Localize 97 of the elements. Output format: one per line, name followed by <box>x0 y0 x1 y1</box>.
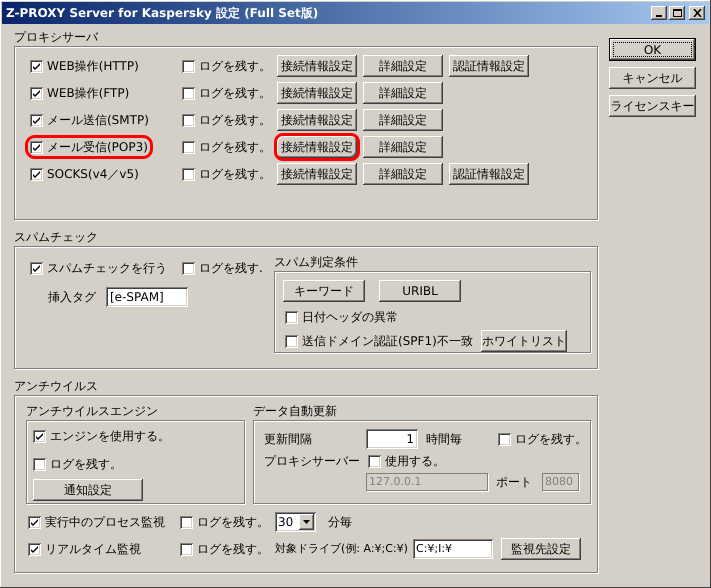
maximize-button[interactable] <box>669 6 685 20</box>
checkbox[interactable] <box>182 86 195 100</box>
checkbox-label: SOCKS(v4／v5) <box>47 166 139 183</box>
button[interactable]: 接続情報設定 <box>277 163 357 185</box>
button[interactable]: キーワード <box>283 280 365 302</box>
check-icon <box>33 62 40 70</box>
button[interactable]: 詳細設定 <box>363 55 443 77</box>
check-icon <box>33 144 40 150</box>
checkbox-label: リアルタイム監視 <box>45 541 141 558</box>
field-label: ポート <box>496 474 533 491</box>
unit-label: 時間毎 <box>426 431 463 448</box>
minimize-button[interactable] <box>651 6 667 20</box>
checkbox[interactable] <box>30 114 43 126</box>
checkbox-label: ログを残す。 <box>197 541 269 558</box>
button[interactable]: 詳細設定 <box>363 82 443 104</box>
button[interactable]: 接続情報設定 <box>277 82 357 104</box>
button[interactable]: 認証情報設定 <box>449 163 529 185</box>
checkbox[interactable] <box>33 458 46 470</box>
button[interactable]: 詳細設定 <box>363 163 443 185</box>
field-label: 対象ドライブ(例: A:¥;C:¥) <box>275 540 409 557</box>
checkbox-label: スパムチェックを行う <box>47 260 167 277</box>
ok-button[interactable]: OK <box>609 38 696 61</box>
check-icon <box>36 432 43 440</box>
dropdown[interactable]: 30 <box>275 512 316 532</box>
checkbox-label: ログを残す。 <box>197 514 269 531</box>
checkbox-label: WEB操作(FTP) <box>47 85 130 102</box>
group-title: スパム判定条件 <box>274 255 359 269</box>
field-label: 更新間隔 <box>264 431 313 448</box>
checkbox-label: ログを残す。 <box>199 166 271 183</box>
checkbox-label: 日付ヘッダの異常 <box>302 309 398 326</box>
checkbox-label: ログを残す. <box>199 260 263 277</box>
check-icon <box>31 518 38 526</box>
checkbox[interactable] <box>182 168 195 180</box>
checkbox[interactable] <box>182 140 195 154</box>
group-title: プロキシサーバ <box>14 30 100 44</box>
input-field[interactable]: 1 <box>366 429 418 449</box>
button[interactable]: 詳細設定 <box>363 109 443 131</box>
checkbox-label: メール受信(POP3) <box>47 139 148 156</box>
group-title: データ自動更新 <box>253 404 338 418</box>
checkbox[interactable] <box>30 60 43 72</box>
checkbox[interactable] <box>285 310 298 324</box>
checkbox[interactable] <box>285 334 298 348</box>
checkbox[interactable] <box>182 60 195 72</box>
button[interactable]: 接続情報設定 <box>277 136 357 158</box>
checkbox[interactable] <box>30 86 43 100</box>
checkbox[interactable] <box>33 430 46 442</box>
button[interactable]: 通知設定 <box>33 479 143 501</box>
triangle-icon <box>303 520 310 524</box>
checkbox-label: ログを残す。 <box>50 456 122 473</box>
unit-label: 分毎 <box>328 514 352 531</box>
checkbox[interactable] <box>368 454 381 468</box>
field-label: 挿入タグ <box>48 289 96 306</box>
checkbox-label: 使用する。 <box>385 453 445 470</box>
button[interactable]: ライセンスキー <box>609 95 696 117</box>
checkbox-label: ログを残す。 <box>199 112 271 129</box>
button[interactable]: ホワイトリスト <box>480 330 567 352</box>
button[interactable]: 監視先設定 <box>501 538 581 560</box>
checkbox[interactable] <box>30 140 43 154</box>
field-label: プロキシサーバー <box>264 453 361 470</box>
window-title: Z-PROXY Server for Kaspersky 設定 (Full Set版) <box>6 5 318 22</box>
input-field[interactable]: [e-SPAM] <box>106 287 188 307</box>
checkbox[interactable] <box>180 542 193 556</box>
group-title: アンチウイルスエンジン <box>26 404 159 418</box>
checkbox-label: ログを残す。 <box>199 58 271 75</box>
checkbox-label: 送信ドメイン認証(SPF1)不一致 <box>302 333 473 350</box>
check-icon <box>33 264 40 272</box>
button[interactable]: 詳細設定 <box>363 136 443 158</box>
check-icon <box>33 116 40 124</box>
checkbox[interactable] <box>30 168 43 180</box>
button[interactable]: キャンセル <box>609 67 696 89</box>
checkbox[interactable] <box>180 516 193 528</box>
button[interactable]: URIBL <box>379 280 461 302</box>
check-icon <box>33 170 40 178</box>
check-icon <box>31 546 38 552</box>
close-button[interactable] <box>689 6 705 20</box>
checkbox-label: メール送信(SMTP) <box>47 112 149 129</box>
button[interactable]: 認証情報設定 <box>449 55 529 77</box>
checkbox-label: ログを残す。 <box>199 85 271 102</box>
check-icon <box>33 90 40 96</box>
checkbox[interactable] <box>28 516 41 528</box>
checkbox[interactable] <box>182 262 195 274</box>
group-title: アンチウイルス <box>14 379 99 393</box>
close-icon <box>692 9 702 17</box>
checkbox-label: ログを残す。 <box>515 431 587 448</box>
maximize-icon <box>672 9 682 17</box>
checkbox[interactable] <box>182 114 195 126</box>
checkbox[interactable] <box>28 542 41 556</box>
button[interactable]: 接続情報設定 <box>277 109 357 131</box>
checkbox-label: WEB操作(HTTP) <box>47 58 139 75</box>
checkbox[interactable] <box>30 262 43 274</box>
group-title: スパムチェック <box>14 230 99 244</box>
checkbox-label: ログを残す。 <box>199 139 271 156</box>
button[interactable]: 接続情報設定 <box>277 55 357 77</box>
input-field[interactable]: C:¥;I:¥ <box>413 539 493 559</box>
checkbox-label: エンジンを使用する。 <box>50 428 170 445</box>
checkbox[interactable] <box>498 432 511 446</box>
checkbox-label: 実行中のプロセス監視 <box>45 514 165 531</box>
